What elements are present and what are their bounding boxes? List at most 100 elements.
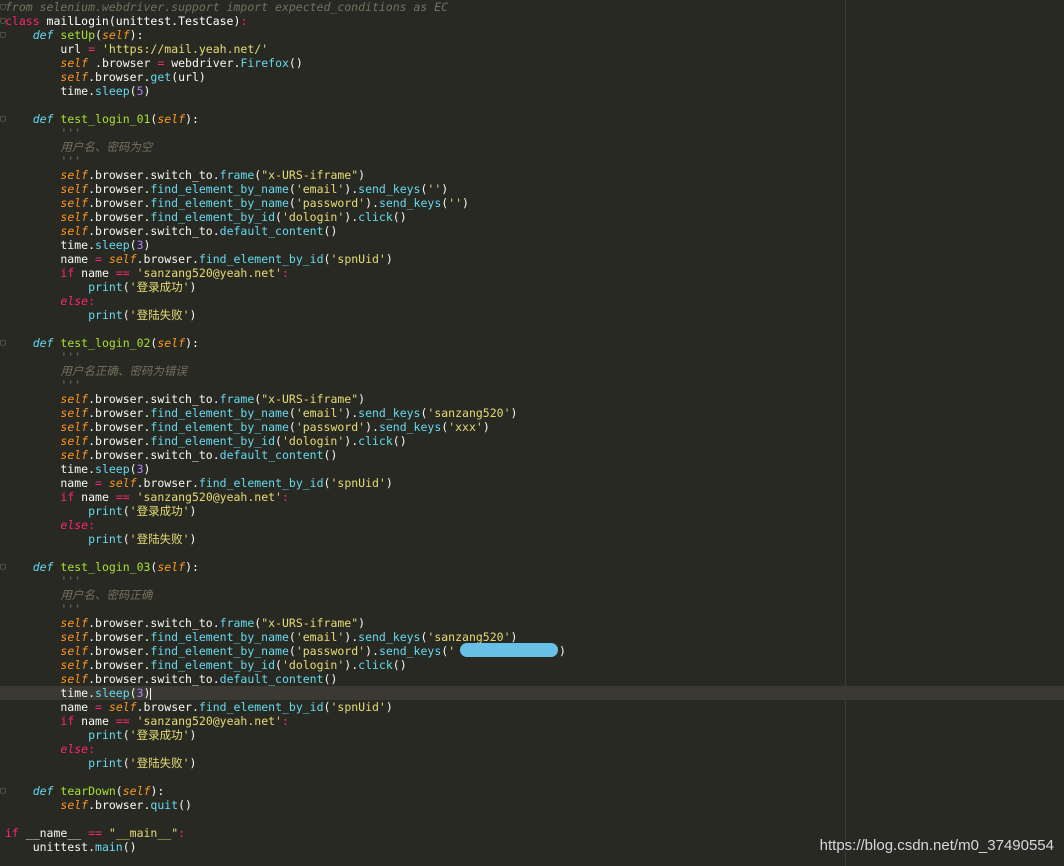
code-token: .browser.	[136, 252, 199, 266]
code-token: self	[60, 420, 89, 434]
code-line[interactable]: self.browser.switch_to.default_content()	[0, 448, 1064, 462]
code-line[interactable]: ▢ def test_login_02(self):	[0, 336, 1064, 350]
code-line[interactable]: self.browser.find_element_by_id('dologin…	[0, 210, 1064, 224]
code-line[interactable]: self.browser.switch_to.default_content()	[0, 224, 1064, 238]
code-line[interactable]: ▢ from selenium.webdriver.support import …	[0, 0, 1064, 14]
code-line[interactable]: print('登陆失败')	[0, 308, 1064, 322]
code-line[interactable]: name = self.browser.find_element_by_id('…	[0, 476, 1064, 490]
code-line[interactable]: '''	[0, 350, 1064, 364]
code-line[interactable]: '''	[0, 126, 1064, 140]
code-line[interactable]: url = 'https://mail.yeah.net/'	[0, 42, 1064, 56]
code-line[interactable]: self.browser.find_element_by_name('email…	[0, 630, 1064, 644]
code-token: (	[129, 462, 137, 476]
code-token: .browser.	[88, 420, 151, 434]
code-line[interactable]: self.browser.quit()	[0, 798, 1064, 812]
code-line[interactable]: 用户名、密码为空	[0, 140, 1064, 154]
code-line[interactable]: print('登陆失败')	[0, 756, 1064, 770]
code-line[interactable]: '''	[0, 154, 1064, 168]
code-line[interactable]: self .browser = webdriver.Firefox()	[0, 56, 1064, 70]
code-line[interactable]: else:	[0, 518, 1064, 532]
code-token: print	[88, 756, 123, 770]
code-line[interactable]: '''	[0, 574, 1064, 588]
code-line[interactable]: '''	[0, 378, 1064, 392]
code-line[interactable]: print('登录成功')	[0, 728, 1064, 742]
code-line[interactable]	[0, 98, 1064, 112]
code-text: if name == 'sanzang520@yeah.net':	[5, 714, 289, 728]
code-token: time.	[5, 84, 96, 98]
code-line[interactable]: if name == 'sanzang520@yeah.net':	[0, 266, 1064, 280]
code-line[interactable]: self.browser.switch_to.default_content()	[0, 672, 1064, 686]
code-token: send_keys	[378, 196, 442, 210]
code-token: (	[275, 210, 282, 224]
code-line[interactable]: ▢ def setUp(self):	[0, 28, 1064, 42]
code-line[interactable]: self.browser.find_element_by_name('email…	[0, 406, 1064, 420]
code-token: )	[385, 252, 393, 266]
code-line[interactable]: else:	[0, 294, 1064, 308]
code-token: .browser.	[88, 182, 151, 196]
code-line[interactable]	[0, 812, 1064, 826]
code-line[interactable]: if name == 'sanzang520@yeah.net':	[0, 490, 1064, 504]
code-line[interactable]: ▢ def test_login_01(self):	[0, 112, 1064, 126]
code-token: sleep	[95, 84, 130, 98]
code-token: time.	[5, 238, 96, 252]
code-line[interactable]: name = self.browser.find_element_by_id('…	[0, 252, 1064, 266]
code-line[interactable]	[0, 546, 1064, 560]
code-editor[interactable]: ▢ from selenium.webdriver.support import …	[0, 0, 1064, 866]
code-line[interactable]: ▢ class mailLogin(unittest.TestCase):	[0, 14, 1064, 28]
code-line[interactable]: self.browser.find_element_by_name('passw…	[0, 196, 1064, 210]
code-token: ).	[365, 644, 379, 658]
code-token: )	[558, 644, 566, 658]
code-token: '登录成功'	[129, 504, 190, 518]
code-line[interactable]: 用户名、密码正确	[0, 588, 1064, 602]
code-token: test_login_01	[60, 112, 151, 126]
code-line[interactable]: self.browser.find_element_by_id('dologin…	[0, 434, 1064, 448]
code-token: print	[88, 728, 123, 742]
code-line[interactable]: else:	[0, 742, 1064, 756]
code-token: find_element_by_id	[198, 700, 324, 714]
text-cursor	[150, 687, 152, 700]
code-line[interactable]: print('登录成功')	[0, 504, 1064, 518]
code-line[interactable]: ▢ def tearDown(self):	[0, 784, 1064, 798]
code-token: 3	[136, 686, 144, 700]
code-line[interactable]: self.browser.switch_to.frame("x-URS-ifra…	[0, 168, 1064, 182]
code-line[interactable]: self.browser.find_element_by_name('email…	[0, 182, 1064, 196]
code-token: else	[60, 518, 89, 532]
code-token: (	[275, 434, 282, 448]
code-token: find_element_by_id	[150, 210, 276, 224]
code-token: 'dologin'	[281, 210, 345, 224]
code-token: .browser.	[88, 434, 151, 448]
code-line[interactable]: print('登录成功')	[0, 280, 1064, 294]
code-line[interactable]: self.browser.get(url)	[0, 70, 1064, 84]
code-token: ).	[344, 658, 359, 672]
code-line[interactable]: name = self.browser.find_element_by_id('…	[0, 700, 1064, 714]
code-line[interactable]: 用户名正确、密码为错误	[0, 364, 1064, 378]
code-line[interactable]: time.sleep(5)	[0, 84, 1064, 98]
code-line[interactable]	[0, 322, 1064, 336]
code-token: def	[32, 560, 61, 574]
code-line[interactable]: '''	[0, 602, 1064, 616]
code-token: .browser.	[136, 700, 199, 714]
code-token: ()	[392, 434, 407, 448]
code-line[interactable]: self.browser.switch_to.frame("x-URS-ifra…	[0, 616, 1064, 630]
code-token: 'spnUid'	[330, 252, 386, 266]
code-text: '''	[5, 350, 81, 364]
code-line[interactable]	[0, 770, 1064, 784]
code-line[interactable]: time.sleep(3)	[0, 238, 1064, 252]
code-token: mailLogin(unittest.TestCase)	[46, 14, 241, 28]
code-line[interactable]: self.browser.find_element_by_name('passw…	[0, 420, 1064, 434]
code-line[interactable]: time.sleep(3)	[0, 462, 1064, 476]
code-line[interactable]: print('登陆失败')	[0, 532, 1064, 546]
code-line[interactable]: self.browser.switch_to.frame("x-URS-ifra…	[0, 392, 1064, 406]
code-token: print	[88, 532, 123, 546]
code-line[interactable]: self.browser.find_element_by_id('dologin…	[0, 658, 1064, 672]
code-token: )	[143, 462, 151, 476]
code-token: find_element_by_id	[150, 658, 276, 672]
code-line[interactable]: if name == 'sanzang520@yeah.net':	[0, 714, 1064, 728]
code-token: (	[122, 756, 130, 770]
code-line[interactable]: time.sleep(3)	[0, 686, 1064, 700]
code-token: send_keys	[378, 420, 442, 434]
code-text: from selenium.webdriver.support import e…	[5, 0, 448, 14]
code-line[interactable]: ▢ def test_login_03(self):	[0, 560, 1064, 574]
